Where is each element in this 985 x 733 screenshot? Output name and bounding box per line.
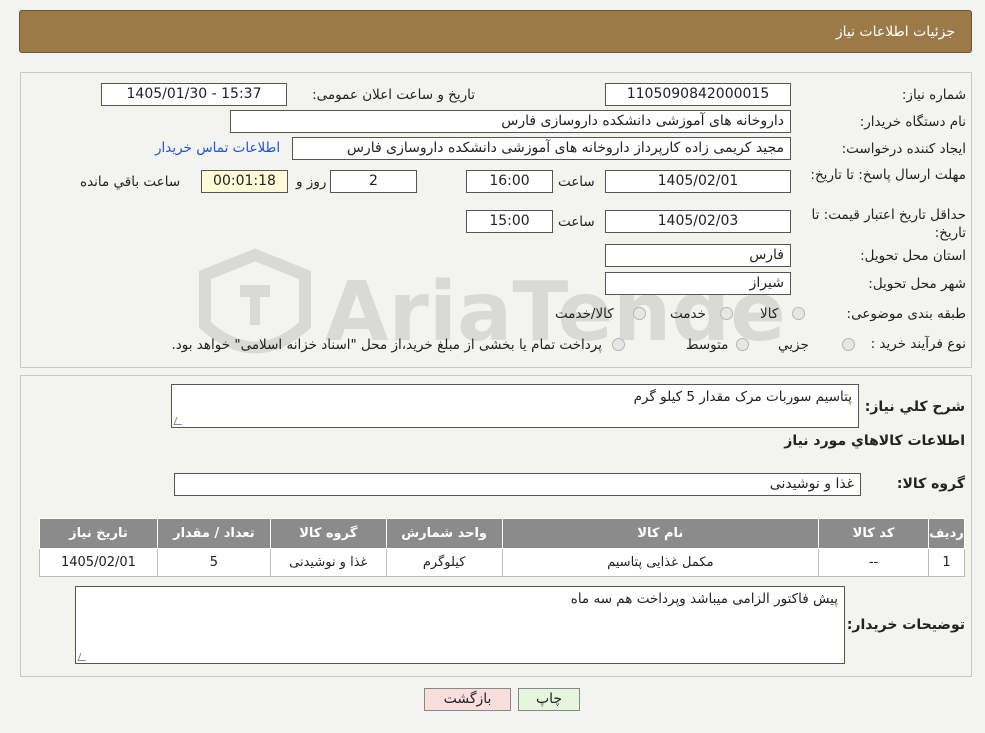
- buyer-notes-text: پیش فاکتور الزامی میباشد وپرداخت هم سه م…: [570, 591, 838, 607]
- buyer-contact-link[interactable]: اطلاعات تماس خریدار: [155, 140, 280, 156]
- goods-section-title: اطلاعات كالاهاي مورد نياز: [784, 433, 965, 449]
- category-service-label: خدمت: [670, 306, 706, 322]
- announce-datetime-field: 1405/01/30 - 15:37: [101, 83, 287, 106]
- cell-goods-group: غذا و نوشیدنی: [269, 548, 387, 577]
- print-button[interactable]: چاپ: [518, 688, 580, 711]
- cell-quantity: 5: [156, 548, 271, 577]
- category-both-radio[interactable]: [633, 307, 646, 320]
- deadline-time-field: 16:00: [466, 170, 553, 193]
- page-header: جزئیات اطلاعات نیاز: [19, 10, 972, 53]
- cell-unit: کیلوگرم: [385, 548, 503, 577]
- process-medium-radio[interactable]: [736, 338, 749, 351]
- col-goods-group: گروه كالا: [269, 518, 387, 549]
- col-unit: واحد شمارش: [385, 518, 503, 549]
- creator-field: مجید کریمی زاده کارپرداز داروخانه های آم…: [292, 137, 791, 160]
- process-minor-label: جزیي: [778, 337, 809, 353]
- treasury-payment-checkbox[interactable]: [612, 338, 625, 351]
- process-medium-label: متوسط: [686, 337, 729, 353]
- col-row: رديف: [927, 518, 966, 549]
- buyer-org-field: داروخانه های آموزشی دانشکده داروسازی فار…: [230, 110, 791, 133]
- table-row: 1405/02/01 5 غذا و نوشیدنی کیلوگرم مکمل …: [39, 548, 966, 577]
- resize-grip-icon[interactable]: [77, 653, 89, 661]
- deadline-date-field: 1405/02/01: [605, 170, 791, 193]
- col-goods-code: كد كالا: [818, 518, 929, 549]
- process-minor-radio[interactable]: [842, 338, 855, 351]
- validity-date-field: 1405/02/03: [605, 210, 791, 233]
- description-text: پتاسیم سوربات مرک مقدار 5 کیلو گرم: [633, 389, 852, 405]
- cell-goods-code: --: [818, 548, 929, 577]
- category-goods-label: کالا: [760, 306, 779, 322]
- days-label: روز و: [296, 174, 327, 190]
- announce-datetime-label: تاریخ و ساعت اعلان عمومی:: [312, 87, 475, 103]
- category-both-label: کالا/خدمت: [555, 306, 614, 322]
- province-field: فارس: [605, 244, 791, 267]
- goods-group-label: گروه کالا:: [896, 476, 965, 492]
- page-title: جزئیات اطلاعات نیاز: [835, 24, 955, 40]
- deadline-label: مهلت ارسال پاسخ: تا تاریخ:: [810, 167, 966, 183]
- validity-time-label: ساعت: [558, 214, 595, 230]
- category-service-radio[interactable]: [720, 307, 733, 320]
- buyer-org-label: نام دستگاه خریدار:: [859, 114, 966, 130]
- creator-label: ایجاد کننده درخواست:: [841, 141, 966, 157]
- city-field: شیراز: [605, 272, 791, 295]
- goods-table-header: تاريخ نياز تعداد / مقدار گروه كالا واحد …: [39, 518, 966, 549]
- deadline-time-label: ساعت: [558, 174, 595, 190]
- province-label: استان محل تحویل:: [860, 248, 966, 264]
- description-label: شرح کلي نياز:: [864, 399, 965, 415]
- remaining-time-field: 00:01:18: [201, 170, 288, 193]
- goods-group-field: غذا و نوشیدنی: [174, 473, 861, 496]
- cell-goods-name: مکمل غذایی پتاسیم: [501, 548, 820, 577]
- validity-time-field: 15:00: [466, 210, 553, 233]
- category-label: طبقه بندی موضوعی:: [846, 306, 966, 322]
- description-textarea[interactable]: پتاسیم سوربات مرک مقدار 5 کیلو گرم: [171, 384, 859, 428]
- col-quantity: تعداد / مقدار: [156, 518, 271, 549]
- resize-grip-icon[interactable]: [173, 417, 185, 425]
- buyer-notes-label: توضیحات خریدار:: [846, 617, 965, 633]
- buyer-notes-textarea[interactable]: پیش فاکتور الزامی میباشد وپرداخت هم سه م…: [75, 586, 845, 664]
- remaining-time-label: ساعت باقي مانده: [80, 174, 181, 190]
- cell-need-date: 1405/02/01: [39, 548, 158, 577]
- col-goods-name: نام كالا: [501, 518, 820, 549]
- city-label: شهر محل تحویل:: [868, 276, 966, 292]
- need-number-label: شماره نیاز:: [901, 87, 966, 103]
- back-button[interactable]: بازگشت: [424, 688, 511, 711]
- goods-table: تاريخ نياز تعداد / مقدار گروه كالا واحد …: [39, 518, 966, 577]
- cell-row: 1: [927, 548, 966, 577]
- col-need-date: تاريخ نياز: [39, 518, 158, 549]
- process-type-label: نوع فرآیند خرید :: [870, 336, 966, 352]
- price-validity-label: حداقل تاریخ اعتبار قیمت: تا تاریخ:: [811, 207, 966, 241]
- category-goods-radio[interactable]: [792, 307, 805, 320]
- days-field: 2: [330, 170, 417, 193]
- process-note: پرداخت تمام یا بخشی از مبلغ خرید،از محل …: [171, 337, 602, 353]
- need-number-field: 1105090842000015: [605, 83, 791, 106]
